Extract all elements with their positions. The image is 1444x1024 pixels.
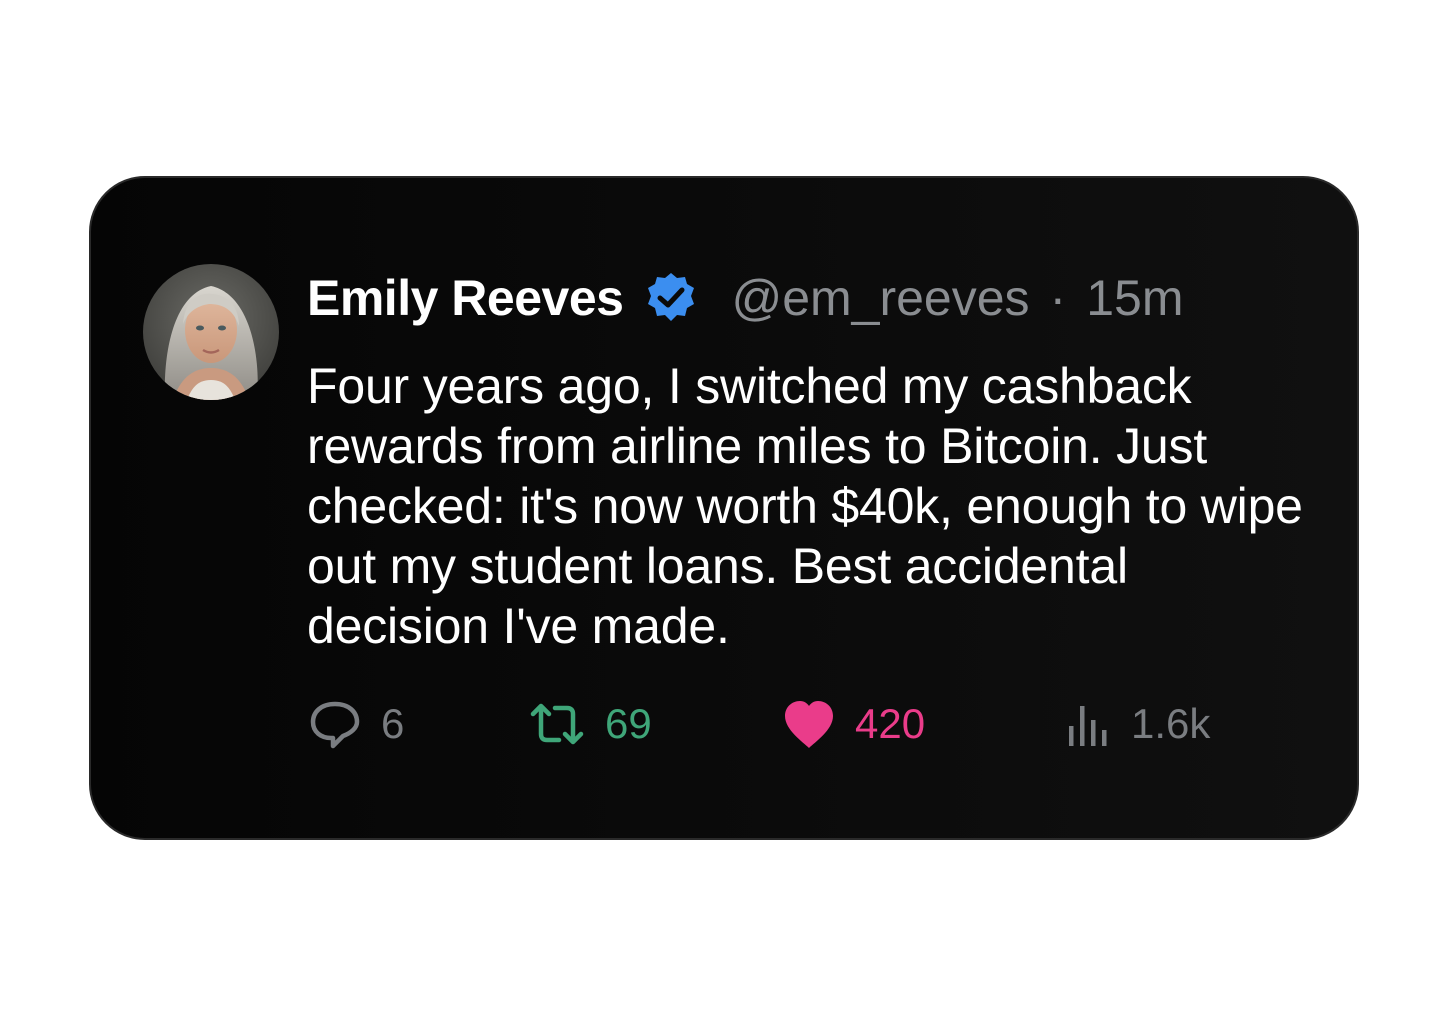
retweet-icon: [530, 703, 584, 745]
tweet-header: Emily Reeves @em_reeves · 15m: [307, 266, 1183, 330]
author-handle[interactable]: @em_reeves: [731, 269, 1029, 327]
retweet-count: 69: [605, 700, 652, 747]
reply-button[interactable]: 6: [307, 694, 404, 754]
separator-dot: ·: [1049, 270, 1067, 326]
views-button[interactable]: 1.6k: [1063, 694, 1210, 754]
verified-badge-icon: [643, 270, 699, 326]
reply-count: 6: [381, 700, 405, 747]
avatar[interactable]: [143, 264, 279, 400]
tweet-actions: 6 69 420 1.6k: [307, 694, 1267, 754]
heart-icon: [785, 701, 833, 748]
like-count: 420: [855, 700, 926, 747]
avatar-portrait-image: [143, 264, 279, 400]
timestamp[interactable]: 15m: [1086, 269, 1183, 327]
views-count: 1.6k: [1131, 700, 1211, 747]
speech-bubble-icon: [310, 701, 360, 749]
retweet-button[interactable]: 69: [527, 694, 652, 754]
like-button[interactable]: 420: [781, 694, 925, 754]
author-name[interactable]: Emily Reeves: [307, 269, 624, 327]
bar-chart-icon: [1069, 706, 1107, 746]
tweet-text: Four years ago, I switched my cashback r…: [307, 358, 1303, 654]
tweet-card[interactable]: Emily Reeves @em_reeves · 15m Four years…: [89, 176, 1359, 840]
